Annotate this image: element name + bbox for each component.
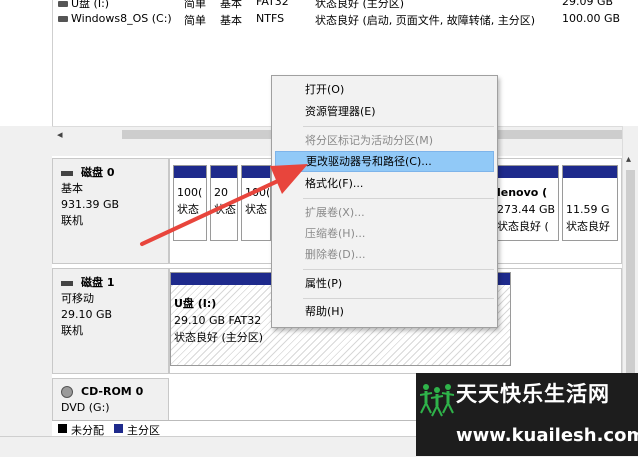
watermark-title: 天天快乐生活网 [456, 382, 610, 406]
volume-capacity: 29.09 GB [562, 0, 614, 8]
volume-capacity: 100.00 GB [562, 12, 621, 25]
volume-layout: 简单 [184, 0, 206, 10]
disk-state: 联机 [61, 324, 83, 337]
volume-status: 状态良好 (主分区) [315, 0, 405, 10]
volume-type: 基本 [220, 0, 242, 10]
partition-line: 状态良好 (主分区) [174, 331, 264, 344]
volume-fs: NTFS [256, 12, 285, 25]
partition-label: lenovo ( [497, 186, 548, 199]
disk-type: 可移动 [61, 292, 94, 305]
annotation-arrow-icon [140, 164, 308, 246]
volume-list-gutter [0, 0, 53, 126]
arrow-head [270, 164, 308, 194]
menu-separator [303, 269, 494, 270]
people-logo-icon [420, 384, 454, 417]
scroll-left-icon[interactable]: ◂ [57, 128, 63, 141]
cdrom-icon [61, 386, 73, 398]
watermark: 天天快乐生活网 www.kuailesh.com [416, 373, 638, 456]
volume-name: U盘 (I:) [71, 0, 110, 10]
menu-item-open[interactable]: 打开(O) [275, 79, 494, 100]
volume-type: 基本 [220, 14, 242, 27]
partition-line: 273.44 GB [497, 203, 556, 216]
volume-name: Windows8_OS (C:) [71, 12, 172, 25]
disk-icon [61, 170, 73, 176]
partition-bar [563, 166, 617, 178]
disk-icon [61, 280, 73, 286]
disk-name: CD-ROM 0 [81, 385, 144, 398]
watermark-url: www.kuailesh.com [456, 425, 638, 446]
menu-separator [303, 298, 494, 299]
menu-separator [303, 126, 494, 127]
legend-swatch-primary [114, 424, 123, 433]
scroll-up-icon[interactable]: ▴ [626, 154, 631, 165]
partition-line: 11.59 G [566, 203, 610, 216]
menu-item-properties[interactable]: 属性(P) [275, 273, 494, 294]
partition-line: 状态良好 [566, 220, 610, 233]
partition[interactable]: 11.59 G 状态良好 [562, 165, 618, 241]
volume-fs: FAT32 [256, 0, 289, 8]
menu-item-help[interactable]: 帮助(H) [275, 301, 494, 322]
drive-icon [58, 1, 68, 7]
arrow-shaft [140, 178, 282, 246]
disk-name: 磁盘 1 [81, 276, 115, 289]
menu-item-mark-active[interactable]: 将分区标记为活动分区(M) [275, 130, 494, 151]
volume-layout: 简单 [184, 14, 206, 27]
disk-name: 磁盘 0 [81, 166, 115, 179]
partition-line: 状态良好 ( [497, 220, 549, 233]
drive-icon [58, 16, 68, 22]
cdrom-0-label[interactable]: CD-ROM 0 DVD (G:) [52, 378, 169, 422]
disk-size: 29.10 GB [61, 308, 113, 321]
partition-bar [494, 166, 558, 178]
volume-status: 状态良好 (启动, 页面文件, 故障转储, 主分区) [315, 14, 536, 27]
disk-1-label[interactable]: 磁盘 1 可移动 29.10 GB 联机 [52, 268, 169, 374]
legend-swatch-unallocated [58, 424, 67, 433]
disk-type: DVD (G:) [61, 401, 110, 414]
menu-item-explorer[interactable]: 资源管理器(E) [275, 101, 494, 122]
menu-separator [303, 198, 494, 199]
partition-lenovo[interactable]: lenovo ( 273.44 GB 状态良好 ( [493, 165, 559, 241]
